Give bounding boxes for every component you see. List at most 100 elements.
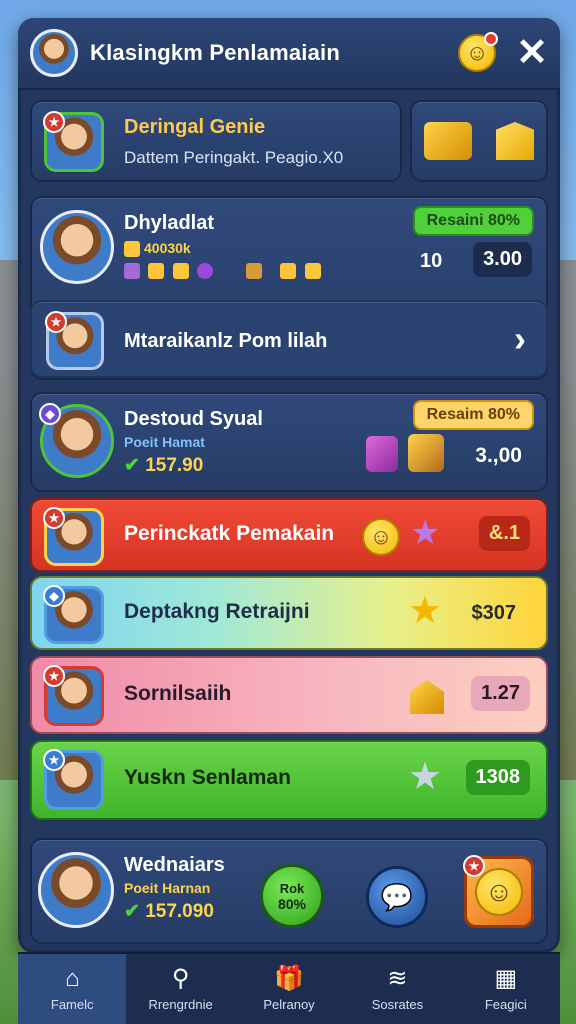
orb-icon <box>197 262 214 279</box>
emoji-reward-box[interactable]: ☺ ★ <box>463 855 534 928</box>
claim-button-top: Rok <box>279 880 305 896</box>
gold-icon <box>124 241 140 258</box>
rank-row-4[interactable]: ★ Yuskn Senlaman ★ 1308 <box>30 740 548 820</box>
gem-badge-icon: ◆ <box>39 403 61 425</box>
rank2-value: $307 <box>471 602 517 624</box>
player2-avatar: ◆ <box>39 403 114 478</box>
search-icon: ⚲ <box>171 964 190 992</box>
bottom-player-score: ✔ 157.090 <box>124 900 214 923</box>
stack-icon: ≋ <box>387 964 408 992</box>
coin-icon <box>304 262 321 279</box>
silver-star-icon: ★ <box>408 756 443 798</box>
player1-badge: Resaini 80% <box>412 206 534 236</box>
player2-score-value: 157.90 <box>145 455 204 476</box>
player-card-2[interactable]: ◆ Destoud Syual Poeit Hamat ✔ 157.90 Res… <box>30 392 548 492</box>
rank2-label: Deptakng Retraijni <box>124 600 310 623</box>
player1-items <box>124 262 325 280</box>
rank-row-2[interactable]: ◆ Deptakng Retraijni ★ $307 <box>30 576 548 650</box>
claim-button[interactable]: Rok 80% <box>260 864 324 928</box>
profile-avatar[interactable] <box>30 29 78 77</box>
star-badge-icon: ★ <box>43 749 65 771</box>
star-badge-icon: ★ <box>43 665 65 687</box>
close-button[interactable]: ✕ <box>516 34 548 72</box>
rank1-value: &.1 <box>478 516 530 551</box>
chat-bubble-icon: 💬 <box>380 881 414 912</box>
player1-count: 10 <box>420 250 443 272</box>
rank2-avatar: ◆ <box>43 585 104 644</box>
player1-gold-value: 40030k <box>144 240 191 256</box>
bottom-player-name: Wednaiars <box>124 854 225 876</box>
rank4-label: Yuskn Senlaman <box>124 766 291 789</box>
player2-value: 3.,00 <box>475 444 522 467</box>
chart-icon: ▦ <box>494 964 518 992</box>
bottom-player-avatar <box>38 852 114 928</box>
promo-avatar: ★ <box>45 311 104 370</box>
treasure-chest-icon <box>408 434 444 472</box>
player2-name: Destoud Syual <box>124 408 263 430</box>
player1-value: 3.00 <box>473 242 532 277</box>
bottom-player-card[interactable]: Wednaiars Poeit Harnan ✔ 157.090 Rok 80%… <box>30 838 548 944</box>
gold-star-icon: ★ <box>408 590 443 632</box>
page-title: Klasingkm Penlamaiain <box>90 40 340 65</box>
smiley-icon[interactable]: ☺ <box>458 32 499 72</box>
star-badge-icon: ★ <box>463 855 485 877</box>
featured-reward-box[interactable] <box>410 100 548 182</box>
rank4-avatar: ★ <box>43 749 104 810</box>
gold-star-box-icon <box>410 680 444 714</box>
chat-bubble-button[interactable]: 💬 <box>366 866 428 928</box>
nav-chart[interactable]: ▦ Feagici <box>452 954 560 1024</box>
gold-bars-icon <box>424 122 472 160</box>
nav-home-label: Famelc <box>50 996 94 1012</box>
nav-gift-label: Pelranoy <box>263 996 315 1012</box>
rank4-value: 1308 <box>465 760 530 795</box>
gold-gem-icon <box>148 262 165 279</box>
player1-gold: 40030k <box>124 240 191 258</box>
smiley-icon: ☺ <box>362 518 400 556</box>
featured-avatar: ★ <box>43 111 104 172</box>
coin-icon <box>280 262 297 279</box>
player1-avatar <box>40 210 114 284</box>
nav-stack[interactable]: ≋ Sosrates <box>343 954 451 1024</box>
rank-row-3[interactable]: ★ Sornilsaiih 1.27 <box>30 656 548 734</box>
promo-row[interactable]: ★ Mtaraikanlz Pom lilah › <box>30 300 548 378</box>
bottom-player-sub: Poeit Harnan <box>124 880 211 896</box>
shield-badge-icon: ◆ <box>43 585 65 607</box>
featured-card[interactable]: ★ Deringal Genie Dattem Peringakt. Peagi… <box>30 100 402 182</box>
purple-gem-icon <box>124 262 140 279</box>
featured-title: Deringal Genie <box>124 116 266 138</box>
nav-search-label: Rrengrdnie <box>148 996 213 1012</box>
nav-stack-label: Sosrates <box>371 996 424 1012</box>
home-icon: ⌂ <box>64 964 80 992</box>
check-icon: ✔ <box>124 455 146 476</box>
chest-icon <box>245 262 262 279</box>
chevron-right-icon[interactable]: › <box>514 318 526 360</box>
nav-home[interactable]: ⌂ Famelc <box>18 954 127 1024</box>
nav-chart-label: Feagici <box>484 996 527 1012</box>
promo-label: Mtaraikanlz Pom lilah <box>124 330 328 352</box>
gold-chest-icon <box>496 122 534 160</box>
cube-icon <box>232 238 248 254</box>
player2-score: ✔ 157.90 <box>124 454 203 477</box>
gift-icon: 🎁 <box>274 964 304 992</box>
star-badge-icon: ★ <box>43 507 65 529</box>
potion-icon <box>366 436 398 472</box>
player2-sub: Poeit Hamat <box>124 434 205 450</box>
bottom-nav: ⌂ Famelc ⚲ Rrengrdnie 🎁 Pelranoy ≋ Sosra… <box>18 952 560 1024</box>
title-bar: Klasingkm Penlamaiain ☺ ✕ <box>18 18 560 90</box>
player2-badge: Resaim 80% <box>412 400 534 430</box>
check-icon: ✔ <box>124 901 146 922</box>
star-badge-icon: ★ <box>45 311 67 333</box>
notification-dot <box>484 32 499 46</box>
rank-row-1[interactable]: ★ Perinckatk Pemakain ☺ ★ &.1 <box>30 498 548 572</box>
nav-search[interactable]: ⚲ Rrengrdnie <box>126 954 234 1024</box>
smiley-icon: ☺ <box>475 868 523 916</box>
rank1-avatar: ★ <box>43 507 104 566</box>
player1-name: Dhyladlat <box>124 212 215 234</box>
bottom-player-score-value: 157.090 <box>145 901 214 922</box>
rank1-label: Perinckatk Pemakain <box>124 522 335 545</box>
claim-button-bottom: 80% <box>277 895 307 912</box>
nav-gift[interactable]: 🎁 Pelranoy <box>235 954 343 1024</box>
purple-star-icon: ★ <box>410 514 441 552</box>
rank3-value: 1.27 <box>471 676 530 711</box>
rank3-label: Sornilsaiih <box>124 682 232 705</box>
